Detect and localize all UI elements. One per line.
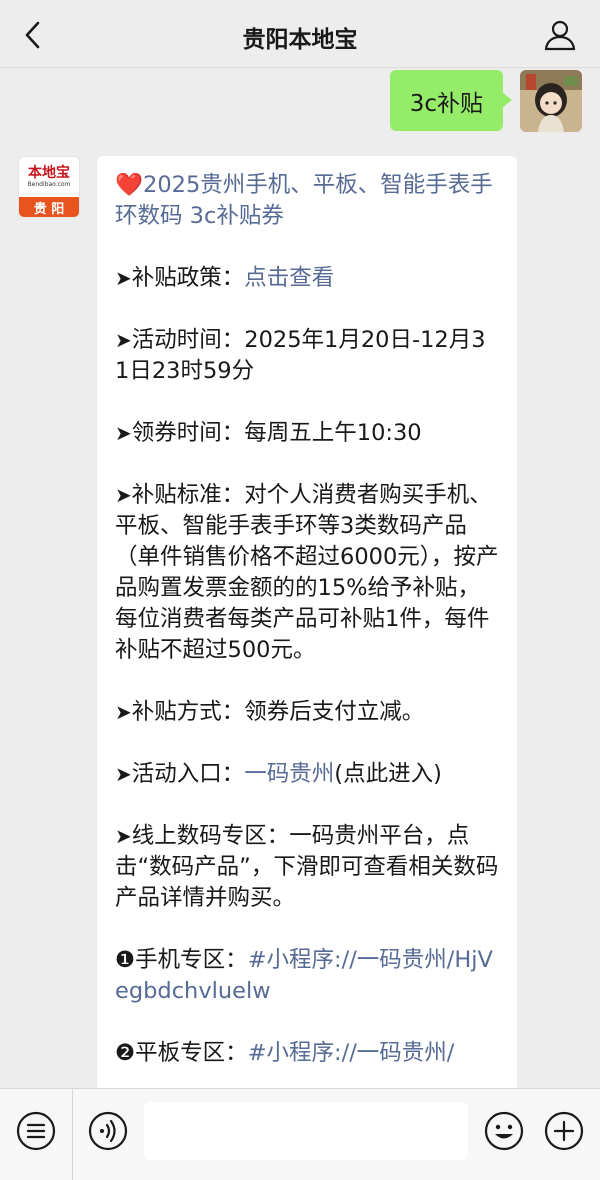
input-bar	[0, 1088, 600, 1180]
bullet-two-icon: ❷	[115, 1040, 136, 1066]
online-line: ➤线上数码专区：一码贵州平台，点击“数码产品”，下滑即可查看相关数码产品详情并购…	[115, 821, 499, 914]
bullet-one-icon: ❶	[115, 947, 136, 973]
divider	[72, 1089, 73, 1180]
user-message-bubble[interactable]: 3c补贴	[389, 70, 513, 131]
emoji-icon[interactable]	[482, 1109, 526, 1153]
tablet-label: 平板专区：	[135, 1040, 248, 1066]
logo: 本地宝 Bendibao.com	[27, 165, 71, 188]
user-message-text: 3c补贴	[409, 90, 483, 117]
time-line: ➤活动时间：2025年1月20日-12月31日23时59分	[115, 325, 499, 387]
phone-line: ❶手机专区：#小程序://一码贵州/HjVegbdchvluelw	[115, 945, 499, 1007]
policy-label: 补贴政策：	[131, 265, 245, 291]
avatar[interactable]: 本地宝 Bendibao.com 贵 阳	[18, 156, 80, 218]
logo-city-badge: 贵 阳	[19, 197, 79, 217]
heart-icon: ❤️	[115, 172, 144, 198]
standard-label: 补贴标准：	[131, 482, 245, 508]
message-input[interactable]	[144, 1102, 468, 1160]
arrow-icon: ➤	[115, 483, 132, 507]
entry-line: ➤活动入口：一码贵州(点此进入)	[115, 759, 499, 790]
claim-label: 领券时间：	[131, 420, 245, 446]
chat-header: 贵阳本地宝	[0, 0, 600, 68]
avatar[interactable]	[520, 70, 582, 132]
page-title: 贵阳本地宝	[242, 27, 358, 53]
chat-area[interactable]: 3c补贴 本地宝 Bendibao.com 贵 阳 ❤️2025贵州手机、平板、…	[0, 68, 600, 1088]
standard-line: ➤补贴标准：对个人消费者购买手机、平板、智能手表手环等3类数码产品（单件销售价格…	[115, 480, 499, 666]
phone-label: 手机专区：	[135, 947, 248, 973]
voice-icon[interactable]	[86, 1109, 130, 1153]
entry-suffix: (点此进入)	[334, 761, 442, 787]
standard-value: 对个人消费者购买手机、平板、智能手表手环等3类数码产品（单件销售价格不超过600…	[115, 482, 499, 663]
arrow-icon: ➤	[115, 266, 132, 290]
claim-line: ➤领券时间：每周五上午10:30	[115, 418, 499, 449]
online-label: 线上数码专区：	[131, 823, 290, 849]
arrow-icon: ➤	[115, 421, 132, 445]
entry-link[interactable]: 一码贵州	[244, 761, 334, 787]
menu-icon[interactable]	[14, 1109, 58, 1153]
time-label: 活动时间：	[131, 327, 245, 353]
entry-label: 活动入口：	[131, 761, 245, 787]
tablet-link[interactable]: #小程序://一码贵州/	[248, 1040, 455, 1066]
tablet-line: ❷平板专区：#小程序://一码贵州/	[115, 1038, 499, 1069]
method-label: 补贴方式：	[131, 699, 245, 725]
policy-line: ➤补贴政策：点击查看	[115, 263, 499, 294]
arrow-icon: ➤	[115, 328, 132, 352]
claim-value: 每周五上午10:30	[244, 420, 422, 446]
arrow-icon: ➤	[115, 824, 132, 848]
method-line: ➤补贴方式：领券后支付立减。	[115, 697, 499, 728]
arrow-icon: ➤	[115, 762, 132, 786]
plus-icon[interactable]	[542, 1109, 586, 1153]
message-title: ❤️2025贵州手机、平板、智能手表手环数码 3c补贴券	[115, 170, 499, 232]
person-icon[interactable]	[542, 18, 578, 52]
arrow-icon: ➤	[115, 700, 132, 724]
method-value: 领券后支付立减。	[244, 699, 425, 725]
policy-link[interactable]: 点击查看	[244, 265, 334, 291]
title-link[interactable]: 2025贵州手机、平板、智能手表手环数码 3c补贴券	[115, 172, 493, 229]
bot-message-bubble[interactable]: ❤️2025贵州手机、平板、智能手表手环数码 3c补贴券 ➤补贴政策：点击查看 …	[97, 156, 517, 1088]
